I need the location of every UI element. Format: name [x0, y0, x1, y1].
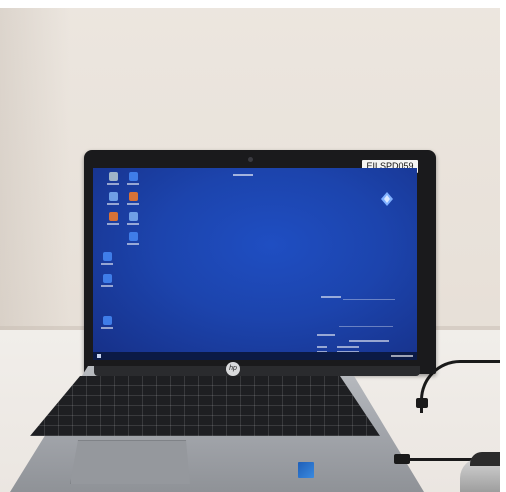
info-label: [317, 346, 327, 348]
app-glyph: [108, 212, 118, 221]
wall-shadow: [0, 8, 70, 338]
touchpad: [70, 440, 190, 484]
screen-top-text: [233, 174, 253, 176]
h-app-icon[interactable]: [127, 172, 139, 185]
photo-border-right: [500, 0, 506, 492]
app-icon[interactable]: [107, 212, 119, 225]
tray-clock[interactable]: [391, 355, 413, 357]
info-label: [337, 346, 359, 348]
info-line: [343, 299, 395, 300]
photo-scene: EILSPD059 hp: [0, 0, 506, 492]
document-icon[interactable]: [127, 212, 139, 225]
icon-caption: [101, 285, 113, 287]
h-app-glyph: [128, 172, 138, 181]
info-label: [321, 296, 341, 298]
info-label: [317, 334, 335, 336]
usb-plug: [394, 454, 410, 464]
icon-caption: [127, 243, 139, 245]
laptop-hinge: [94, 366, 420, 376]
user-folder-icon[interactable]: [107, 192, 119, 205]
webcam-icon: [248, 157, 253, 162]
recycle-bin-glyph: [108, 172, 118, 181]
cpu-sticker-icon: [298, 462, 314, 478]
h-app-glyph: [128, 232, 138, 241]
photo-border-top: [0, 0, 506, 8]
network-app-glyph: [128, 192, 138, 201]
icon-caption: [127, 203, 139, 205]
recycle-bin-icon[interactable]: [107, 172, 119, 185]
hp-logo-icon: hp: [226, 362, 240, 376]
document-glyph: [128, 212, 138, 221]
info-label: [349, 340, 389, 342]
network-app-glyph: [102, 274, 112, 283]
network-app-glyph: [102, 316, 112, 325]
power-plug: [416, 398, 428, 408]
icon-caption: [107, 183, 119, 185]
user-folder-glyph: [108, 192, 118, 201]
network-app-glyph: [102, 252, 112, 261]
icon-caption: [107, 223, 119, 225]
network-app-icon[interactable]: [127, 192, 139, 205]
network-app-icon[interactable]: [101, 316, 113, 329]
network-app-icon[interactable]: [101, 252, 113, 265]
laptop-screen[interactable]: [93, 168, 417, 360]
icon-caption: [107, 203, 119, 205]
h-app-icon[interactable]: [127, 232, 139, 245]
taskbar: [93, 352, 417, 360]
info-line: [339, 326, 393, 327]
network-app-icon[interactable]: [101, 274, 113, 287]
icon-caption: [101, 263, 113, 265]
windows-start-icon[interactable]: [97, 354, 101, 358]
icon-caption: [127, 223, 139, 225]
icon-caption: [101, 327, 113, 329]
icon-caption: [127, 183, 139, 185]
keyboard-keys: [30, 376, 380, 436]
diamond-logo-icon[interactable]: [381, 192, 393, 206]
